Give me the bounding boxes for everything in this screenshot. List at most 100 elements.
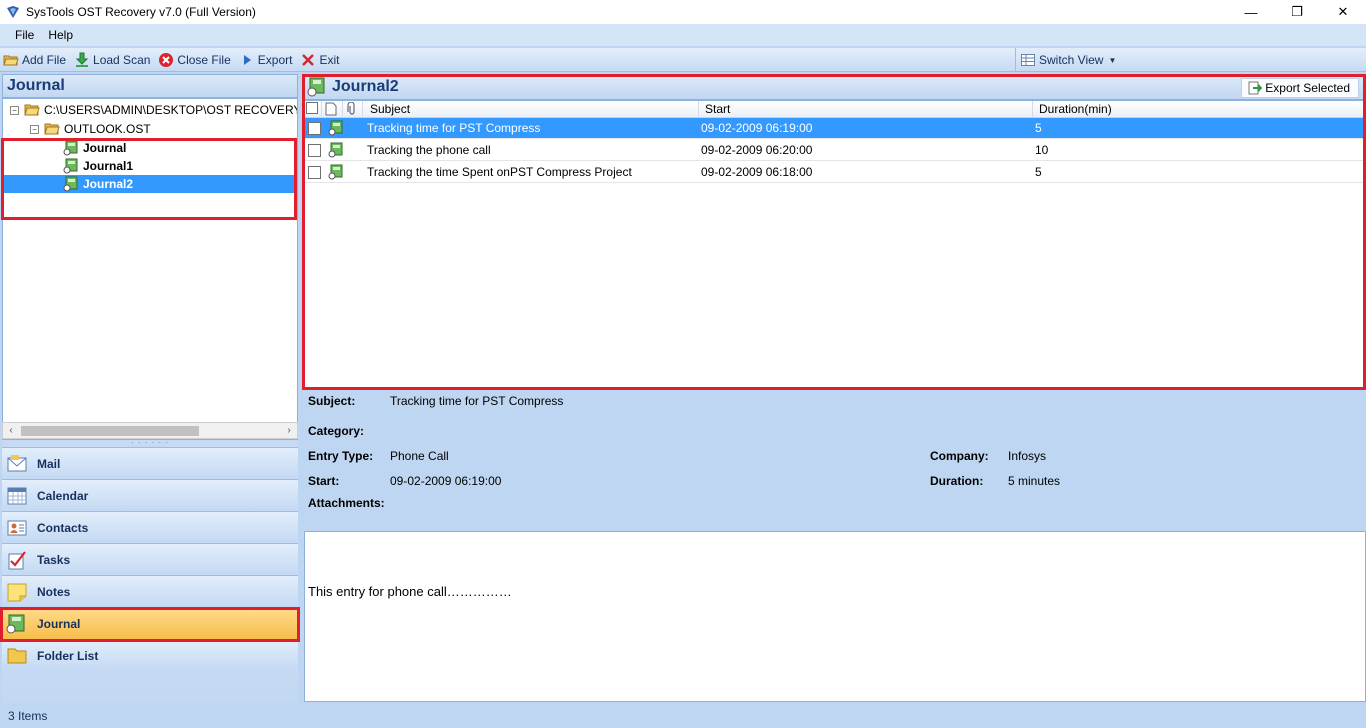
nav-contacts[interactable]: Contacts — [2, 511, 298, 543]
item-list: Subject Start Duration(min) Tracking tim… — [302, 100, 1366, 390]
nav-folder-list[interactable]: Folder List — [2, 639, 298, 671]
tree-node-journal2[interactable]: Journal2 — [3, 175, 297, 193]
row-duration: 5 — [1035, 121, 1042, 135]
nav-calendar[interactable]: Calendar — [2, 479, 298, 511]
folder-open-icon — [24, 103, 40, 117]
row-subject: Tracking the time Spent onPST Compress P… — [367, 165, 632, 179]
folder-icon — [6, 645, 28, 667]
document-icon — [325, 102, 337, 116]
duration-column-header[interactable]: Duration(min) — [1033, 101, 1365, 118]
type-column[interactable] — [322, 101, 343, 118]
row-checkbox[interactable] — [308, 144, 321, 157]
grid-view-icon — [1020, 52, 1036, 68]
export-arrow-icon — [1248, 81, 1263, 95]
navigation-list: Mail Calendar Contacts Tasks Notes Journ… — [2, 447, 298, 703]
row-checkbox[interactable] — [308, 166, 321, 179]
table-row[interactable]: Tracking time for PST Compress 09-02-200… — [303, 118, 1365, 139]
nav-tasks[interactable]: Tasks — [2, 543, 298, 575]
journal-icon — [63, 176, 79, 192]
subject-label: Subject: — [308, 394, 356, 408]
collapse-toggle-icon[interactable]: − — [30, 124, 39, 134]
load-scan-button[interactable]: Load Scan — [71, 52, 155, 68]
list-column-header: Subject Start Duration(min) — [303, 101, 1365, 118]
nav-notes[interactable]: Notes — [2, 575, 298, 607]
folder-pane-title: Journal — [2, 74, 298, 98]
row-duration: 5 — [1035, 165, 1042, 179]
entry-type-value: Phone Call — [390, 449, 449, 463]
mail-icon — [6, 453, 28, 475]
chevron-down-icon: ▼ — [1108, 55, 1117, 65]
folder-open-icon — [3, 52, 19, 68]
row-start: 09-02-2009 06:18:00 — [701, 165, 813, 179]
company-value: Infosys — [1008, 449, 1047, 463]
scroll-thumb[interactable] — [21, 426, 199, 436]
menu-bar: File Help — [0, 24, 1366, 46]
paperclip-icon — [347, 102, 357, 116]
row-subject: Tracking time for PST Compress — [367, 121, 541, 135]
exit-button[interactable]: Exit — [297, 52, 344, 68]
menu-file[interactable]: File — [8, 28, 41, 42]
select-all-checkbox[interactable] — [306, 102, 318, 114]
tree-horizontal-scrollbar[interactable]: ‹ › — [2, 422, 298, 439]
download-icon — [74, 52, 90, 68]
add-file-button[interactable]: Add File — [0, 52, 71, 68]
tree-node-ost-file[interactable]: − OUTLOOK.OST — [30, 120, 151, 138]
attachment-column[interactable] — [343, 101, 363, 118]
folder-tree: − C:\USERS\ADMIN\DESKTOP\OST RECOVERY\OU… — [2, 98, 298, 440]
export-button[interactable]: Export — [236, 52, 298, 68]
minimize-button[interactable]: — — [1228, 0, 1274, 24]
select-all-column[interactable] — [303, 101, 322, 118]
category-label: Category: — [308, 424, 365, 438]
x-icon — [300, 52, 316, 68]
status-text: 3 Items — [8, 709, 48, 723]
item-details: Subject: Tracking time for PST Compress … — [302, 390, 1366, 530]
switch-view-button[interactable]: Switch View ▼ — [1015, 48, 1116, 72]
table-row[interactable]: Tracking the time Spent onPST Compress P… — [303, 162, 1365, 183]
entry-type-label: Entry Type: — [308, 449, 374, 463]
nav-mail[interactable]: Mail — [2, 447, 298, 479]
journal-icon — [63, 158, 79, 174]
scroll-left-icon[interactable]: ‹ — [3, 423, 19, 438]
row-subject: Tracking the phone call — [367, 143, 491, 157]
list-header-bar: Journal2 Export Selected — [302, 74, 1366, 100]
attachments-label: Attachments: — [308, 496, 385, 510]
pane-splitter[interactable]: · · · · · · — [2, 439, 298, 447]
journal-icon — [328, 162, 344, 183]
subject-value: Tracking time for PST Compress — [390, 394, 564, 408]
tree-node-root[interactable]: − C:\USERS\ADMIN\DESKTOP\OST RECOVERY\OU — [10, 101, 297, 119]
folder-pane: Journal − C:\USERS\ADMIN\DESKTOP\OST REC… — [0, 74, 300, 704]
row-checkbox[interactable] — [308, 122, 321, 135]
contacts-icon — [6, 517, 28, 539]
calendar-icon — [6, 485, 28, 507]
company-label: Company: — [930, 449, 989, 463]
table-row[interactable]: Tracking the phone call 09-02-2009 06:20… — [303, 140, 1365, 161]
toolbar: Add File Load Scan Close File Export Exi… — [0, 48, 1366, 72]
row-start: 09-02-2009 06:20:00 — [701, 143, 813, 157]
close-button[interactable]: ✕ — [1320, 0, 1366, 24]
row-start: 09-02-2009 06:19:00 — [701, 121, 813, 135]
tree-node-journal[interactable]: Journal — [63, 139, 132, 157]
menu-help[interactable]: Help — [41, 28, 80, 42]
nav-journal[interactable]: Journal — [2, 607, 298, 639]
close-file-button[interactable]: Close File — [155, 52, 235, 68]
maximize-button[interactable]: ❐ — [1274, 0, 1320, 24]
folder-open-icon — [44, 122, 60, 136]
duration-value: 5 minutes — [1008, 474, 1061, 488]
start-column-header[interactable]: Start — [699, 101, 1033, 118]
scroll-right-icon[interactable]: › — [281, 423, 297, 438]
close-circle-icon — [158, 52, 174, 68]
journal-icon — [328, 140, 344, 161]
tree-node-journal1[interactable]: Journal1 — [63, 157, 139, 175]
notes-icon — [6, 581, 28, 603]
title-bar: SysTools OST Recovery v7.0 (Full Version… — [0, 0, 1366, 24]
subject-column-header[interactable]: Subject — [363, 101, 699, 118]
app-logo-icon — [7, 6, 19, 18]
tasks-icon — [6, 549, 28, 571]
journal-icon — [6, 613, 28, 635]
export-selected-button[interactable]: Export Selected — [1241, 78, 1359, 98]
body-text: This entry for phone call…………… — [308, 584, 512, 599]
message-body[interactable]: This entry for phone call…………… — [304, 531, 1366, 702]
play-arrow-icon — [239, 52, 255, 68]
collapse-toggle-icon[interactable]: − — [10, 105, 19, 115]
row-duration: 10 — [1035, 143, 1049, 157]
